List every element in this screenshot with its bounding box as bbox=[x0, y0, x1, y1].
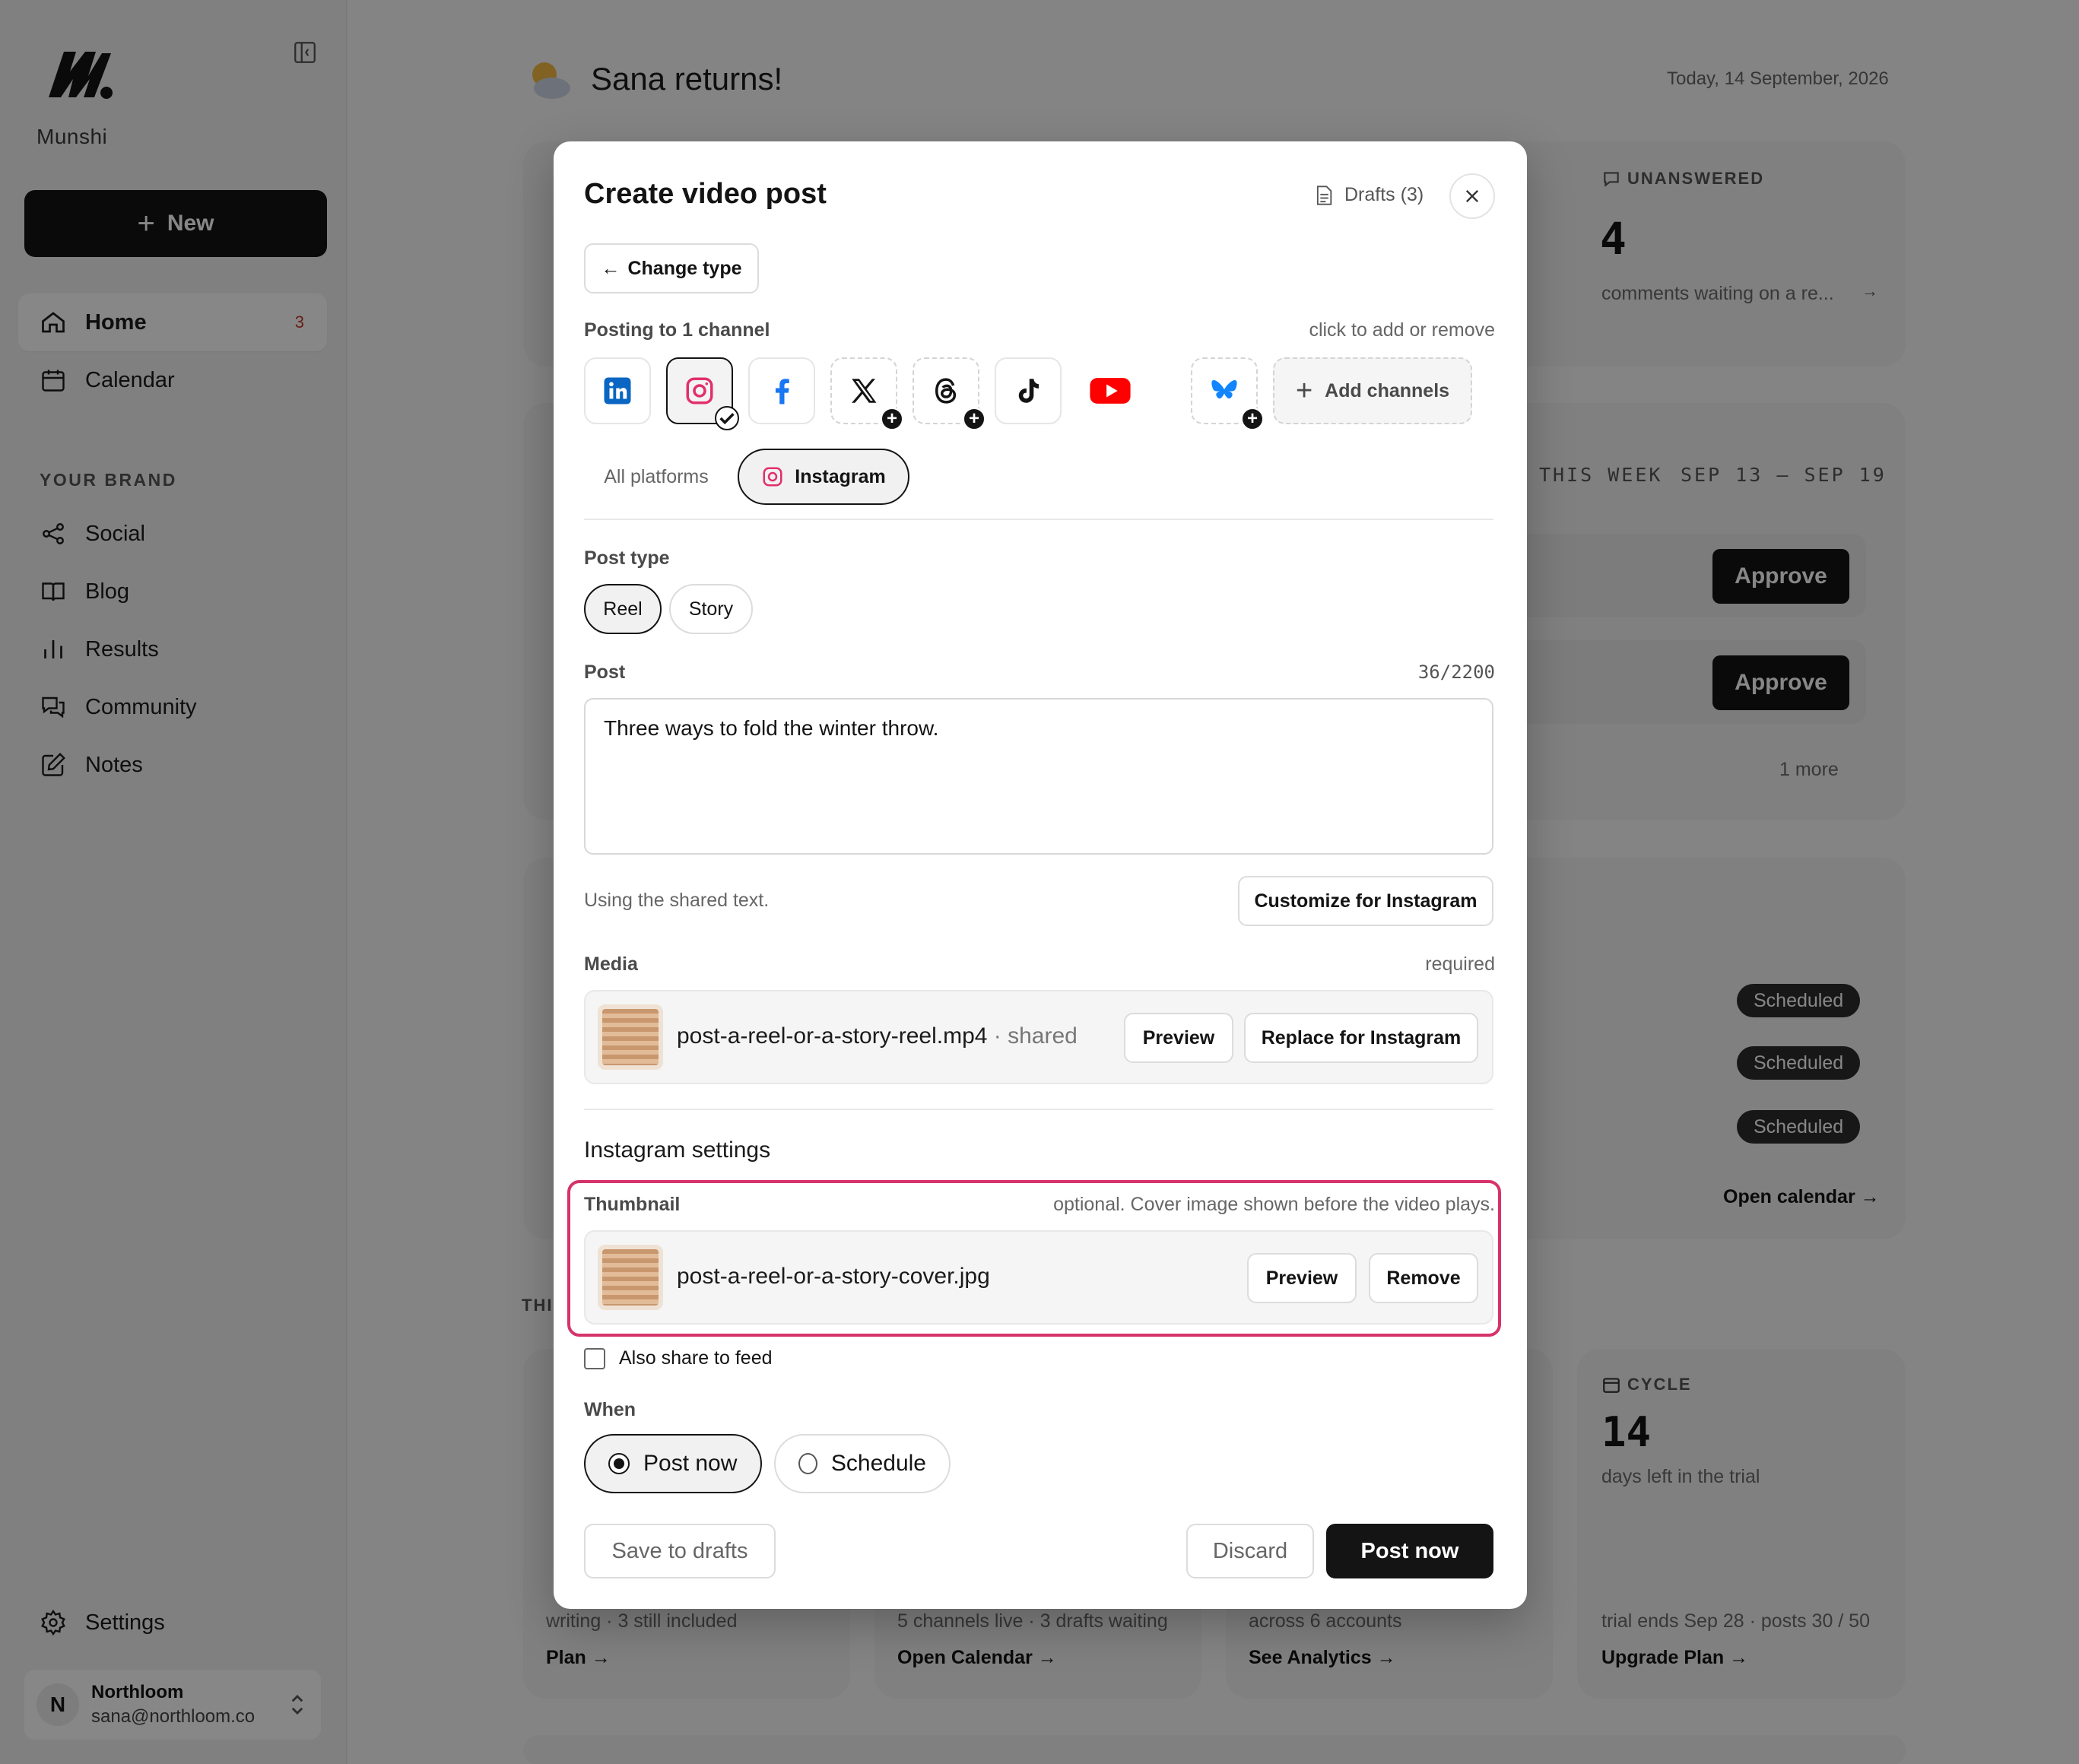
media-shared: · shared bbox=[993, 1023, 1078, 1049]
thumbnail-remove-button[interactable]: Remove bbox=[1369, 1253, 1478, 1303]
channel-threads[interactable]: + bbox=[913, 357, 986, 430]
radio-unselected bbox=[798, 1453, 817, 1474]
close-icon bbox=[1465, 189, 1479, 203]
divider bbox=[584, 519, 1493, 520]
media-item: post-a-reel-or-a-story-reel.mp4 · shared… bbox=[584, 990, 1493, 1084]
change-type-label: Change type bbox=[627, 257, 742, 279]
when-option-label: Schedule bbox=[830, 1451, 926, 1476]
replace-instagram-button[interactable]: Replace for Instagram bbox=[1244, 1013, 1478, 1063]
drafts-label: Drafts (3) bbox=[1344, 184, 1424, 205]
check-icon bbox=[715, 406, 739, 430]
bluesky-icon bbox=[1211, 379, 1237, 399]
tab-instagram-label: Instagram bbox=[795, 465, 886, 487]
youtube-icon bbox=[1090, 378, 1131, 404]
when-label: When bbox=[584, 1399, 636, 1420]
modal-title: Create video post bbox=[584, 178, 827, 210]
add-icon: + bbox=[1241, 408, 1264, 430]
radio-selected bbox=[608, 1453, 630, 1474]
channel-instagram[interactable] bbox=[666, 357, 739, 430]
channel-facebook[interactable] bbox=[748, 357, 815, 424]
media-label: Media bbox=[584, 953, 638, 975]
create-post-modal: Create video post Drafts (3) ← Change ty… bbox=[554, 141, 1527, 1609]
channel-bluesky[interactable]: + bbox=[1191, 357, 1264, 430]
arrow-left-icon: ← bbox=[601, 257, 621, 279]
channel-x[interactable]: + bbox=[830, 357, 903, 430]
char-count: 36/2200 bbox=[1417, 662, 1495, 683]
change-type-button[interactable]: ← Change type bbox=[584, 243, 759, 293]
thumbnail-item: post-a-reel-or-a-story-cover.jpg Preview… bbox=[584, 1230, 1493, 1325]
preview-button[interactable]: Preview bbox=[1124, 1013, 1233, 1063]
media-required: required bbox=[1425, 953, 1495, 975]
tab-instagram[interactable]: Instagram bbox=[738, 449, 909, 505]
media-filename: post-a-reel-or-a-story-reel.mp4 · shared bbox=[677, 1023, 1078, 1049]
channel-youtube[interactable] bbox=[1077, 357, 1144, 424]
post-type-label: Post type bbox=[584, 547, 670, 569]
plus-icon: + bbox=[1295, 375, 1313, 407]
close-button[interactable] bbox=[1449, 173, 1495, 219]
discard-button[interactable]: Discard bbox=[1186, 1524, 1314, 1578]
x-icon bbox=[852, 379, 877, 403]
tab-all-platforms[interactable]: All platforms bbox=[584, 449, 728, 505]
thumbnail-label: Thumbnail bbox=[584, 1194, 681, 1215]
share-feed-option[interactable]: Also share to feed bbox=[584, 1347, 773, 1369]
post-type-reel[interactable]: Reel bbox=[584, 584, 662, 634]
when-schedule[interactable]: Schedule bbox=[774, 1434, 951, 1493]
posting-hint: click to add or remove bbox=[1309, 319, 1495, 341]
post-now-button[interactable]: Post now bbox=[1326, 1524, 1493, 1578]
instagram-icon bbox=[686, 377, 713, 405]
posting-to-label: Posting to 1 channel bbox=[584, 319, 770, 341]
instagram-icon bbox=[763, 467, 782, 487]
instagram-settings-title: Instagram settings bbox=[584, 1137, 771, 1163]
thumbnail-filename: post-a-reel-or-a-story-cover.jpg bbox=[677, 1264, 990, 1289]
thumbnail-image bbox=[598, 1245, 663, 1310]
media-thumbnail bbox=[598, 1004, 663, 1070]
post-textarea[interactable]: Three ways to fold the winter throw. bbox=[584, 698, 1493, 855]
add-channels-label: Add channels bbox=[1325, 379, 1450, 401]
add-icon: + bbox=[881, 408, 903, 430]
media-file: post-a-reel-or-a-story-reel.mp4 bbox=[677, 1023, 988, 1049]
customize-instagram-button[interactable]: Customize for Instagram bbox=[1238, 876, 1493, 926]
thumbnail-hint: optional. Cover image shown before the v… bbox=[1053, 1194, 1495, 1215]
tiktok-icon bbox=[1018, 379, 1039, 403]
post-type-story[interactable]: Story bbox=[669, 584, 753, 634]
document-icon bbox=[1316, 185, 1332, 205]
when-post-now[interactable]: Post now bbox=[584, 1434, 762, 1493]
add-icon: + bbox=[963, 408, 986, 430]
threads-icon bbox=[935, 378, 957, 404]
add-channels-button[interactable]: + Add channels bbox=[1273, 357, 1472, 424]
when-option-label: Post now bbox=[643, 1451, 738, 1476]
share-feed-checkbox[interactable] bbox=[584, 1347, 605, 1369]
divider bbox=[584, 1109, 1493, 1110]
share-feed-label: Also share to feed bbox=[619, 1347, 773, 1369]
channel-linkedin[interactable] bbox=[584, 357, 651, 424]
facebook-icon bbox=[775, 379, 789, 405]
save-drafts-button[interactable]: Save to drafts bbox=[584, 1524, 776, 1578]
thumbnail-preview-button[interactable]: Preview bbox=[1247, 1253, 1357, 1303]
channel-tiktok[interactable] bbox=[995, 357, 1062, 424]
linkedin-icon bbox=[604, 377, 631, 405]
drafts-button[interactable]: Drafts (3) bbox=[1314, 184, 1424, 206]
post-label: Post bbox=[584, 662, 626, 683]
shared-text-hint: Using the shared text. bbox=[584, 890, 770, 911]
